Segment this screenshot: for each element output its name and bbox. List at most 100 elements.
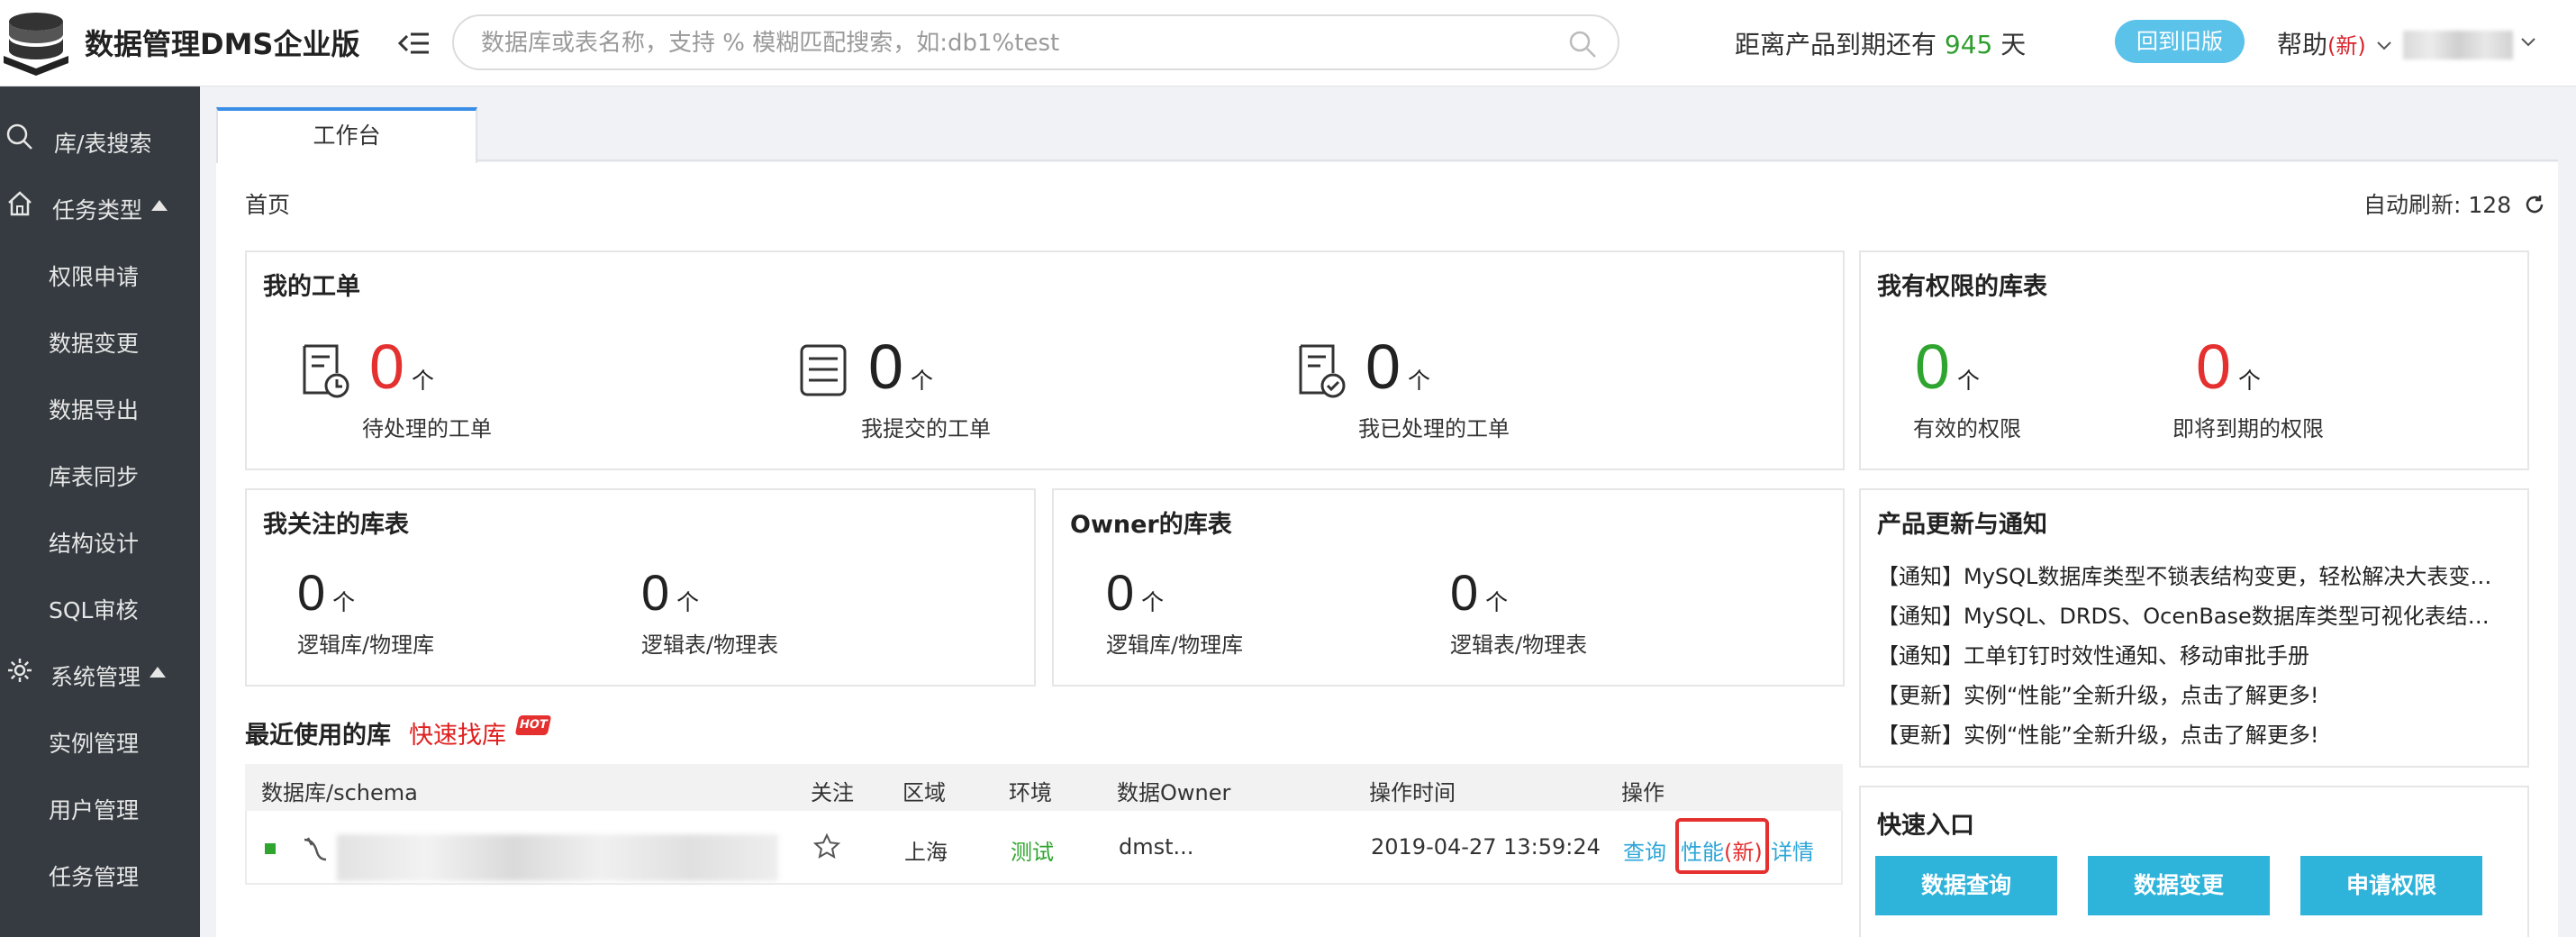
expiring-permissions-stat[interactable]: 0个	[2196, 335, 2261, 398]
stat-unit: 个	[676, 589, 700, 615]
top-header: 数据管理DMS企业版 距离产品到期还有 945 天 回到旧版 帮助(新)	[0, 0, 2576, 86]
followed-table-stat[interactable]: 0个	[641, 568, 699, 618]
notice-item[interactable]: 【更新】实例“性能”全新升级，点击了解更多!	[1877, 717, 2508, 749]
submitted-order-icon	[800, 344, 847, 396]
search-icon[interactable]	[1567, 29, 1598, 59]
stat-label: 待处理的工单	[362, 416, 492, 441]
quick-entry-card: 快速入口 数据查询 数据变更 申请权限	[1859, 786, 2529, 937]
sidebar-item-data-change[interactable]: 数据变更	[0, 306, 200, 369]
help-new-badge: (新)	[2327, 33, 2366, 59]
sidebar-item-schema-design[interactable]: 结构设计	[0, 506, 200, 569]
gear-icon	[8, 659, 32, 682]
owner-cell: dmst...	[1119, 834, 1194, 860]
stat-count: 0	[1450, 564, 1479, 621]
detail-link[interactable]: 详情	[1771, 834, 1814, 866]
card-title: 产品更新与通知	[1877, 511, 2047, 539]
auto-refresh-value: 128	[2468, 192, 2512, 218]
auto-refresh-label: 自动刷新:	[2363, 192, 2462, 218]
expiry-notice: 距离产品到期还有 945 天	[1735, 25, 2026, 61]
chevron-down-icon	[2376, 41, 2391, 50]
notice-item[interactable]: 【更新】实例“性能”全新升级，点击了解更多!	[1877, 678, 2508, 709]
sidebar-item-table-sync[interactable]: 库表同步	[0, 440, 200, 503]
column-header: 操作	[1621, 780, 1664, 805]
tab-workbench[interactable]: 工作台	[216, 107, 477, 163]
stat-unit: 个	[1485, 589, 1509, 615]
quick-find-link[interactable]: 快速找库	[409, 715, 506, 751]
refresh-icon[interactable]	[2524, 194, 2545, 215]
sidebar-group-system-management[interactable]: 系统管理	[0, 640, 200, 703]
sidebar-item-permission-request[interactable]: 权限申请	[0, 240, 200, 303]
owner-db-stat[interactable]: 0个	[1106, 568, 1164, 618]
collapse-menu-icon[interactable]	[396, 25, 432, 61]
card-title: Owner的库表	[1070, 511, 1232, 539]
stat-label: 我已处理的工单	[1358, 416, 1510, 441]
data-query-button[interactable]: 数据查询	[1875, 856, 2057, 915]
stat-unit: 个	[332, 589, 356, 615]
stat-label: 逻辑表/物理表	[641, 632, 779, 658]
recent-table-header: 数据库/schema 关注 区域 环境 数据Owner 操作时间 操作	[245, 764, 1843, 811]
column-header: 操作时间	[1369, 780, 1456, 805]
stat-label: 逻辑库/物理库	[297, 632, 435, 658]
recent-databases-title: 最近使用的库	[245, 722, 391, 750]
user-menu-chevron-icon[interactable]	[2518, 32, 2538, 52]
help-menu[interactable]: 帮助(新)	[2277, 25, 2394, 61]
stat-count: 0	[1915, 332, 1950, 402]
card-title: 我的工单	[263, 273, 360, 301]
stat-label: 我提交的工单	[861, 416, 991, 441]
pending-order-stat[interactable]: 0个	[369, 335, 434, 398]
apply-permission-button[interactable]: 申请权限	[2300, 856, 2482, 915]
triangle-up-icon	[150, 667, 166, 678]
sidebar-item-label: SQL审核	[49, 597, 139, 623]
breadcrumb[interactable]: 首页	[245, 187, 290, 220]
notice-item[interactable]: 【通知】工单钉钉时效性通知、移动审批手册	[1877, 638, 2508, 669]
column-header: 数据Owner	[1117, 780, 1231, 805]
sidebar-item-search[interactable]: 库/表搜索	[0, 106, 200, 169]
stat-count: 0	[2196, 332, 2231, 402]
sidebar-item-label: 任务管理	[49, 864, 140, 890]
submitted-order-stat[interactable]: 0个	[868, 335, 933, 398]
followed-tables-card: 我关注的库表 0个 逻辑库/物理库 0个 逻辑表/物理表	[245, 488, 1036, 687]
search-icon	[6, 123, 32, 150]
sidebar-item-label: 权限申请	[49, 264, 140, 290]
region-cell: 上海	[904, 840, 948, 865]
column-header: 区域	[903, 780, 946, 805]
stat-label: 即将到期的权限	[2172, 416, 2324, 441]
data-change-button[interactable]: 数据变更	[2088, 856, 2270, 915]
stat-count: 0	[369, 332, 404, 402]
search-box	[452, 14, 1619, 70]
notice-item[interactable]: 【通知】MySQL、DRDS、OcenBase数据库类型可视化表结构...	[1877, 598, 2508, 630]
followed-db-stat[interactable]: 0个	[297, 568, 355, 618]
card-title: 快速入口	[1877, 812, 1974, 840]
time-cell: 2019-04-27 13:59:24	[1371, 834, 1601, 860]
owner-table-stat[interactable]: 0个	[1450, 568, 1508, 618]
home-icon	[8, 191, 32, 216]
stat-unit: 个	[411, 368, 434, 394]
notice-item[interactable]: 【通知】MySQL数据库类型不锁表结构变更，轻松解决大表变更...	[1877, 559, 2508, 590]
query-link[interactable]: 查询	[1623, 834, 1666, 866]
search-input[interactable]	[481, 23, 1544, 63]
expiry-suffix: 天	[2000, 30, 2027, 59]
sidebar-item-instance-management[interactable]: 实例管理	[0, 706, 200, 769]
valid-permissions-stat[interactable]: 0个	[1915, 335, 1980, 398]
expiry-days: 945	[1944, 30, 1993, 59]
sidebar-item-data-export[interactable]: 数据导出	[0, 373, 200, 436]
star-icon[interactable]	[812, 832, 841, 861]
highlight-box	[1675, 818, 1769, 874]
database-schema-name[interactable]	[337, 834, 778, 881]
back-to-old-version-button[interactable]: 回到旧版	[2115, 20, 2245, 63]
sidebar-item-label: 库表同步	[49, 464, 140, 490]
stat-label: 逻辑表/物理表	[1450, 632, 1588, 658]
table-row: 上海 测试 dmst... 2019-04-27 13:59:24 查询 性能(…	[245, 811, 1843, 885]
processed-order-stat[interactable]: 0个	[1365, 335, 1430, 398]
sidebar-item-label: 数据变更	[49, 331, 140, 357]
user-avatar-name[interactable]	[2403, 31, 2513, 59]
sidebar-item-task-management[interactable]: 任务管理	[0, 840, 200, 903]
my-permissions-card: 我有权限的库表 0个 有效的权限 0个 即将到期的权限	[1859, 250, 2529, 470]
stat-count: 0	[868, 332, 903, 402]
sidebar-item-user-management[interactable]: 用户管理	[0, 773, 200, 836]
processed-order-icon	[1299, 344, 1346, 398]
stat-unit: 个	[1956, 368, 1980, 394]
sidebar-group-task-types[interactable]: 任务类型	[0, 173, 200, 236]
sidebar-item-sql-review[interactable]: SQL审核	[0, 573, 200, 636]
stat-count: 0	[1106, 564, 1135, 621]
